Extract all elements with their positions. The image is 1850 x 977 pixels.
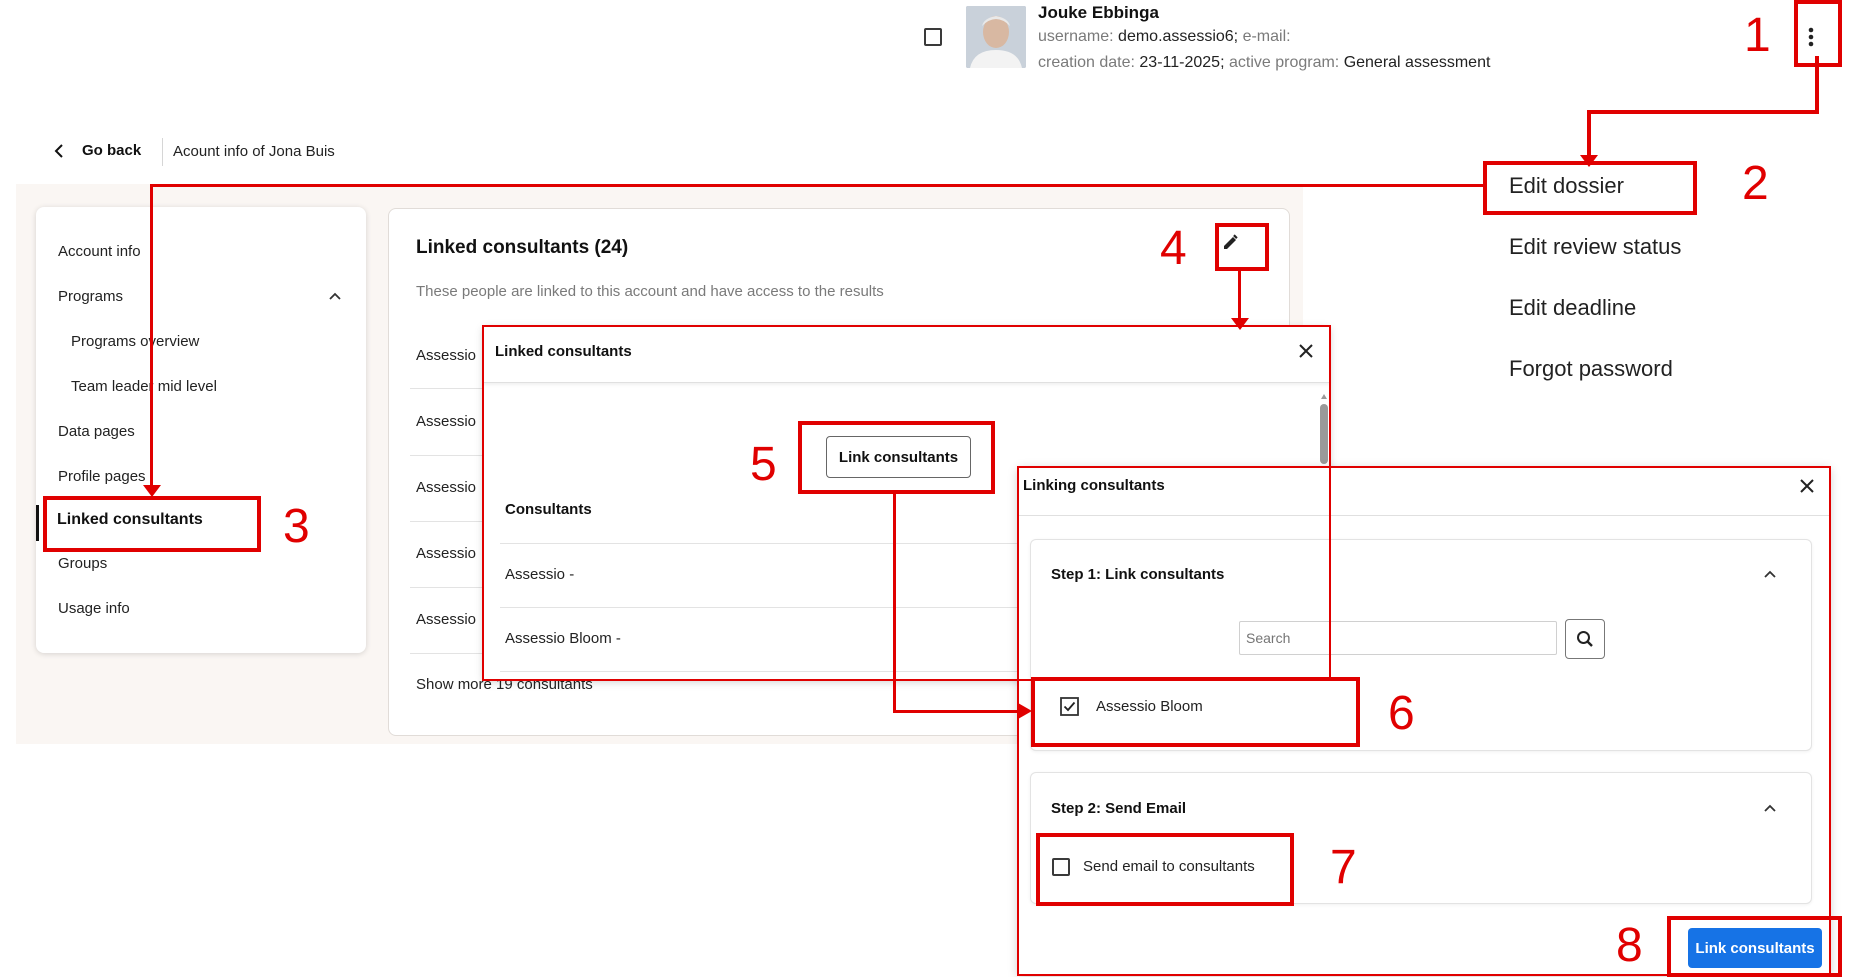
sidebar-item-account-info[interactable]: Account info: [58, 243, 141, 260]
active-program-value: General assessment: [1343, 54, 1491, 71]
annotation-number-5: 5: [750, 438, 777, 491]
creation-date-value: 23-11-2025;: [1139, 54, 1225, 71]
annotation-frame-modal2: [1017, 466, 1831, 976]
annotation-box-3: [43, 496, 261, 552]
user-meta-line-2: creation date: 23-11-2025; active progra…: [1038, 54, 1490, 72]
card-title: Linked consultants (24): [416, 237, 629, 258]
user-meta-line-1: username: demo.assessio6; e-mail:: [1038, 28, 1291, 46]
list-item: Assessio: [416, 545, 477, 562]
chevron-left-icon: [54, 143, 64, 158]
annotation-connector: [1587, 110, 1819, 114]
list-item: Assessio: [416, 479, 477, 496]
annotation-connector: [893, 710, 1023, 713]
chevron-up-icon[interactable]: [329, 292, 341, 300]
list-item: Assessio: [416, 611, 477, 628]
annotation-connector: [150, 184, 1483, 187]
annotation-box-4: [1215, 223, 1269, 271]
sidebar-item-usage-info[interactable]: Usage info: [58, 600, 130, 617]
sidebar-item-profile-pages[interactable]: Profile pages: [58, 468, 146, 485]
creation-date-label: creation date:: [1038, 54, 1135, 71]
annotation-number-2: 2: [1742, 157, 1769, 210]
avatar: [966, 6, 1026, 68]
annotation-connector: [150, 184, 153, 491]
menu-item-edit-review-status[interactable]: Edit review status: [1509, 234, 1681, 260]
sidebar-item-groups[interactable]: Groups: [58, 555, 107, 572]
go-back-label: Go back: [82, 142, 142, 159]
sidebar-item-team-leader[interactable]: Team leader mid level: [71, 378, 217, 395]
page-title: Acount info of Jona Buis: [173, 143, 335, 160]
go-back-button[interactable]: Go back: [54, 142, 141, 159]
annotation-number-8: 8: [1616, 919, 1643, 972]
annotation-number-7: 7: [1330, 841, 1357, 894]
sidebar-item-programs[interactable]: Programs: [58, 288, 123, 305]
username-label: username:: [1038, 28, 1114, 45]
user-name: Jouke Ebbinga: [1038, 3, 1159, 22]
sidebar-item-programs-overview[interactable]: Programs overview: [71, 333, 199, 350]
sidebar-item-data-pages[interactable]: Data pages: [58, 423, 135, 440]
annotation-box-1: [1794, 0, 1842, 67]
active-program-label: active program:: [1228, 54, 1340, 71]
annotation-number-6: 6: [1388, 687, 1415, 740]
menu-item-forgot-password[interactable]: Forgot password: [1509, 356, 1673, 382]
annotation-number-1: 1: [1744, 9, 1771, 62]
sidebar-active-indicator: [36, 505, 39, 541]
annotation-number-3: 3: [283, 500, 310, 553]
list-item: Assessio: [416, 347, 477, 364]
topbar-divider: [162, 138, 163, 166]
annotation-connector: [1238, 268, 1241, 323]
annotation-number-4: 4: [1160, 222, 1187, 275]
username-value: demo.assessio6;: [1118, 28, 1239, 45]
list-item: Assessio: [416, 413, 477, 430]
menu-item-edit-deadline[interactable]: Edit deadline: [1509, 295, 1636, 321]
annotation-connector: [1587, 110, 1591, 158]
select-user-checkbox[interactable]: [924, 28, 942, 46]
card-subtitle: These people are linked to this account …: [416, 283, 884, 300]
annotation-box-2: [1483, 161, 1697, 215]
email-label: e-mail:: [1242, 28, 1291, 45]
